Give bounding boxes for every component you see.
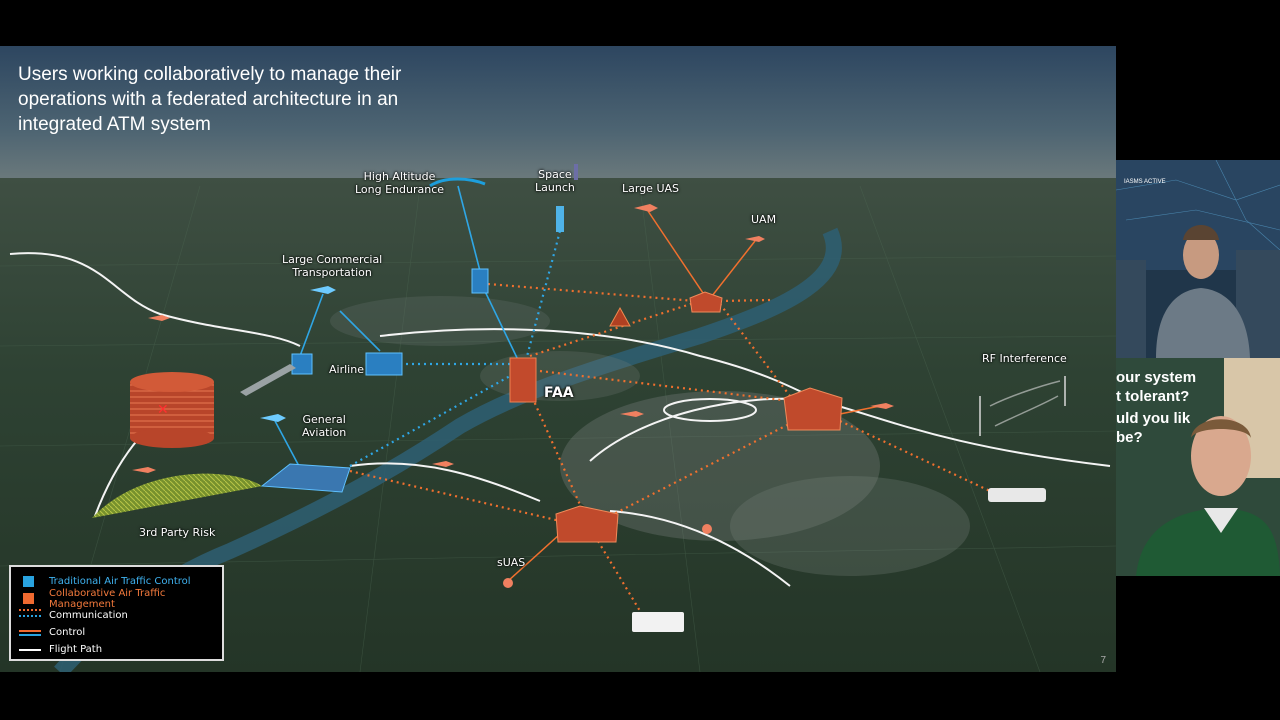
page-number: 7 (1100, 655, 1106, 666)
label-rf-interference: RF Interference (982, 352, 1067, 365)
label-line: Transportation (292, 266, 372, 279)
legend-control: Control (19, 624, 214, 641)
communication-swatch (19, 608, 41, 623)
restricted-airspace-cylinder: ✕ (130, 372, 214, 448)
label-line: General (302, 413, 346, 426)
collaborative-swatch (19, 592, 41, 605)
label-line: Space (538, 168, 572, 181)
legend-label: Traditional Air Traffic Control (49, 576, 191, 587)
legend: Traditional Air Traffic Control Collabor… (9, 565, 224, 661)
presentation-slide: ✕ Users working collaboratively to manag… (0, 46, 1116, 672)
webcam-participant-1: IASMS ACTIVE (1116, 160, 1280, 358)
label-large-uas: Large UAS (622, 182, 680, 195)
control-swatch (19, 627, 41, 639)
label-general-aviation: General Aviation (302, 413, 346, 439)
label-third-party-risk: 3rd Party Risk (139, 526, 216, 539)
faa-building (509, 357, 537, 403)
legend-label: Communication (49, 610, 128, 621)
webcam-2-background-text: be? (1116, 429, 1143, 446)
legend-communication: Communication (19, 607, 214, 624)
legend-flight-path: Flight Path (19, 641, 214, 658)
rocket (556, 206, 564, 232)
label-airline: Airline (329, 363, 364, 376)
slide-title: Users working collaboratively to manage … (18, 64, 402, 135)
webcam-2-background-text: our system (1116, 369, 1197, 386)
flight-path-swatch (19, 644, 41, 656)
legend-label: Control (49, 627, 86, 638)
webcam-1-background-text: IASMS ACTIVE (1124, 179, 1166, 185)
legend-collaborative: Collaborative Air Traffic Management (19, 587, 214, 610)
label-uam: UAM (751, 213, 777, 226)
label-high-altitude: High Altitude Long Endurance (355, 170, 444, 196)
label-line: Large Commercial (282, 253, 383, 266)
truck (632, 612, 684, 632)
label-line: Launch (535, 181, 575, 194)
bus (988, 488, 1046, 502)
webcam-feed-1 (1116, 160, 1280, 358)
traditional-swatch (19, 575, 41, 588)
label-space-launch: Space Launch (535, 168, 575, 194)
label-faa: FAA (544, 385, 574, 401)
webcam-2-background-text: uld you lik (1116, 410, 1191, 427)
legend-label: Collaborative Air Traffic Management (49, 587, 166, 610)
webcam-participant-2: our system t tolerant? uld you lik be? (1116, 358, 1280, 576)
label-line: Long Endurance (355, 183, 445, 196)
webcam-2-background-text: t tolerant? (1116, 388, 1190, 405)
label-line: High Altitude (363, 170, 436, 183)
label-suas: sUAS (497, 556, 526, 569)
label-large-commercial: Large Commercial Transportation (282, 253, 382, 279)
legend-label: Flight Path (49, 644, 103, 655)
label-line: Aviation (302, 426, 347, 439)
svg-text:✕: ✕ (157, 402, 169, 418)
